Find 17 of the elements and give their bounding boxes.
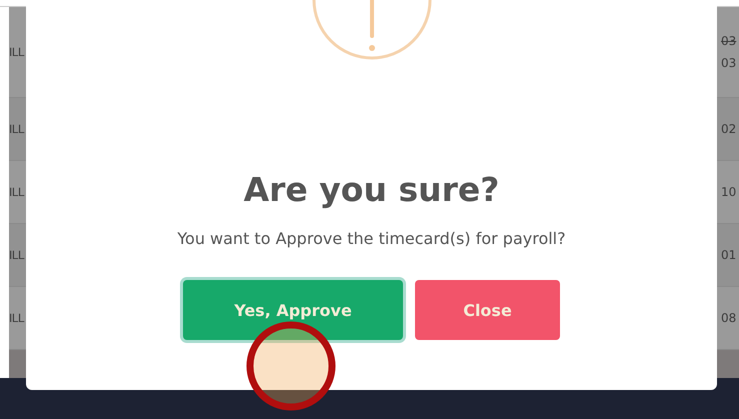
dialog-title: Are you sure? [244,170,500,209]
table-cell-text: ILL [9,311,26,325]
approve-button[interactable]: Yes, Approve [183,280,403,340]
table-cell-text: ILL [9,45,26,59]
table-row [717,350,739,378]
close-button[interactable]: Close [415,280,560,340]
table-row [9,350,26,378]
table-cell-text: ILL [9,122,26,136]
table-cell-text: 03 [721,55,738,72]
table-cell-text: 02 [721,121,738,138]
table-cell-text: ILL [9,248,26,262]
table-cell-text: 08 [721,310,738,327]
dialog-message: You want to Approve the timecard(s) for payroll? [177,229,566,248]
table-cell-text: 03 [721,33,738,50]
table-cell-text: 01 [721,247,738,264]
table-cell-text: 10 [721,184,738,201]
table-cell-text: ILL [9,185,26,199]
